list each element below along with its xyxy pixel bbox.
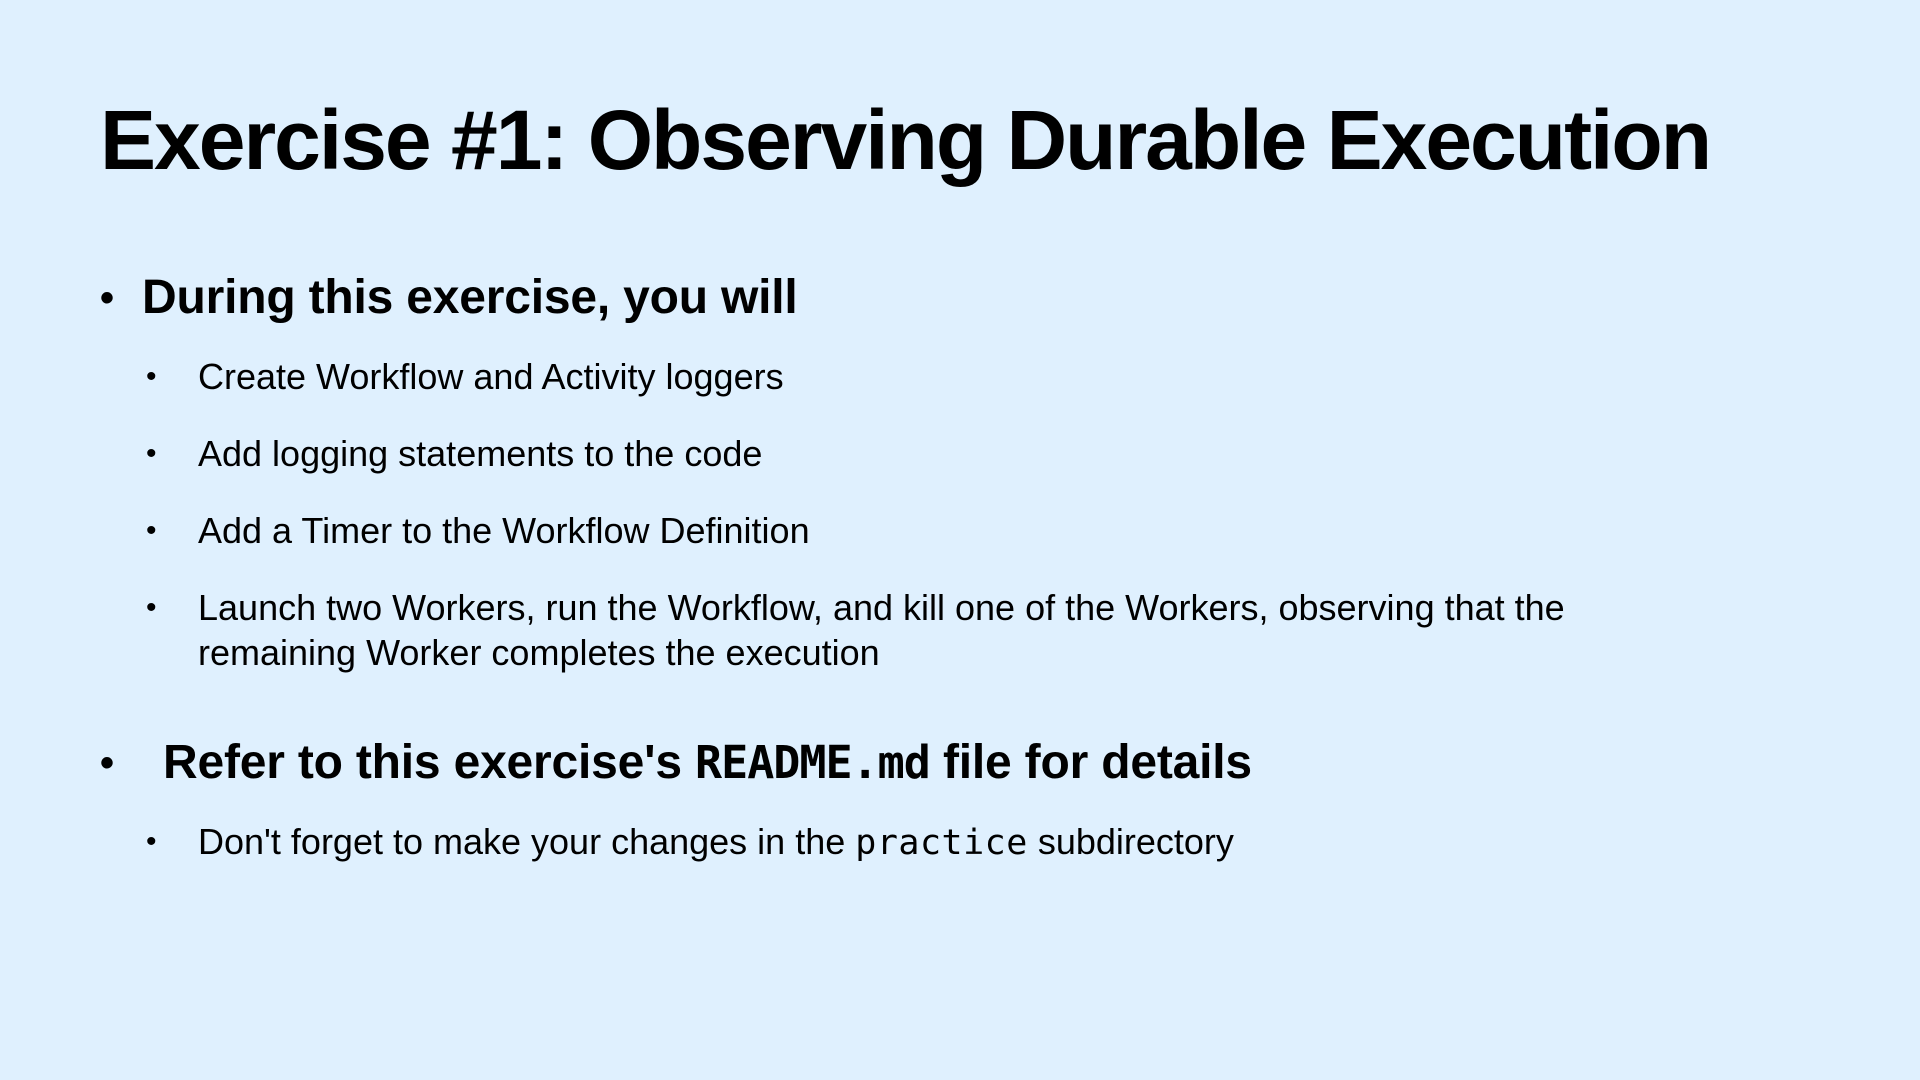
task-item-add-logging: • Add logging statements to the code xyxy=(146,431,1820,476)
practice-note-prefix: Don't forget to make your changes in the xyxy=(198,821,856,862)
heading-bullet: • xyxy=(100,276,115,320)
note-bullet: • xyxy=(146,825,157,858)
section-heading: During this exercise, you will xyxy=(142,271,798,324)
practice-note-suffix: subdirectory xyxy=(1027,821,1234,862)
task-item-text: Add a Timer to the Workflow Definition xyxy=(198,510,810,551)
practice-directory-note: • Don't forget to make your changes in t… xyxy=(146,819,1820,866)
task-item-launch-workers: • Launch two Workers, run the Workflow, … xyxy=(146,585,1820,675)
exercise-overview-section: • During this exercise, you will • Creat… xyxy=(100,265,1820,675)
readme-file-code: README.md xyxy=(695,736,931,789)
readme-heading: Refer to this exercise's README.md file … xyxy=(163,730,1252,796)
readme-heading-prefix: Refer to this exercise's xyxy=(163,736,696,789)
task-bullet: • xyxy=(146,591,157,624)
task-bullet: • xyxy=(146,437,157,470)
heading-bullet: • xyxy=(100,741,115,785)
task-bullet: • xyxy=(146,360,157,393)
task-item-text: Add logging statements to the code xyxy=(198,433,763,474)
readme-heading-suffix: file for details xyxy=(929,736,1252,789)
task-bullet: • xyxy=(146,514,157,547)
task-item-text: Create Workflow and Activity loggers xyxy=(198,356,784,397)
task-item-create-loggers: • Create Workflow and Activity loggers xyxy=(146,354,1820,399)
readme-heading-row: • Refer to this exercise's README.md fil… xyxy=(100,730,1820,796)
slide: Exercise #1: Observing Durable Execution… xyxy=(0,0,1920,1080)
practice-note-text: Don't forget to make your changes in the… xyxy=(198,819,1688,866)
section-heading-row: • During this exercise, you will xyxy=(100,265,1820,331)
slide-content: • During this exercise, you will • Creat… xyxy=(100,265,1820,866)
slide-title: Exercise #1: Observing Durable Execution xyxy=(100,93,1712,187)
exercise-task-list: • Create Workflow and Activity loggers •… xyxy=(146,354,1820,675)
task-item-add-timer: • Add a Timer to the Workflow Definition xyxy=(146,508,1820,553)
readme-reference-section: • Refer to this exercise's README.md fil… xyxy=(100,730,1820,866)
readme-note-list: • Don't forget to make your changes in t… xyxy=(146,819,1820,866)
task-item-text: Launch two Workers, run the Workflow, an… xyxy=(198,587,1565,673)
practice-directory-code: practice xyxy=(855,823,1028,863)
